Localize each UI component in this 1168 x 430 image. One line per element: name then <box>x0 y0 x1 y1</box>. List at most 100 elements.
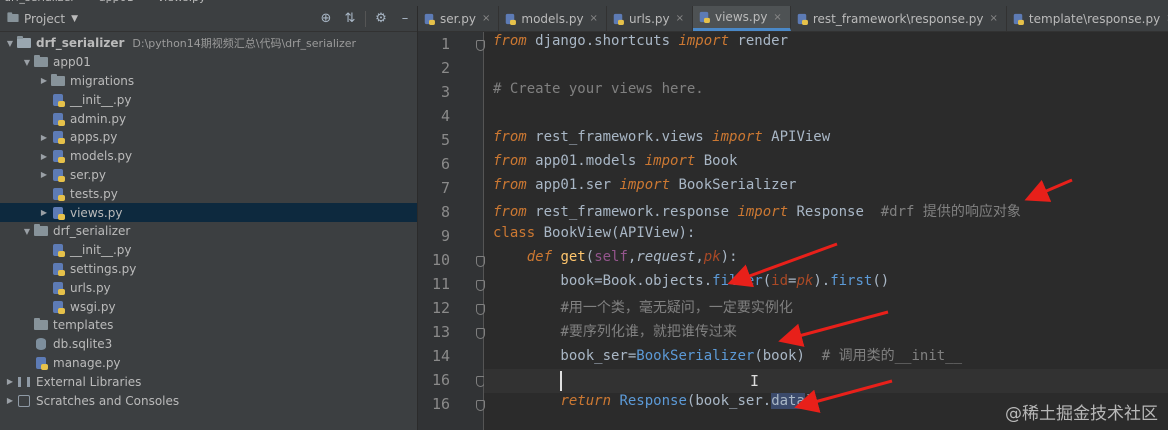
code-line[interactable]: #要序列化谁，就把谁传过来 <box>493 321 736 345</box>
tree-item[interactable]: ▶ views.py <box>0 203 417 222</box>
editor-tab[interactable]: template\response.py× <box>1007 6 1168 31</box>
editor-tab[interactable]: views.py × <box>693 6 791 31</box>
tree-item[interactable]: db.sqlite3 <box>0 335 417 354</box>
chevron-right-icon[interactable]: ▶ <box>4 396 16 405</box>
code-token: , <box>695 249 704 265</box>
code-line[interactable]: from rest_framework.views import APIView <box>493 129 830 153</box>
breadcrumb-item[interactable]: app01 <box>99 0 134 4</box>
code-token: rest_framework.views <box>526 129 713 145</box>
toolbar-divider <box>365 10 366 27</box>
chevron-right-icon[interactable]: ▶ <box>4 377 16 386</box>
tree-item[interactable]: ▶ models.py <box>0 147 417 166</box>
chevron-right-icon[interactable]: ▶ <box>38 170 50 179</box>
editor-tab[interactable]: ser.py × <box>418 6 500 31</box>
editor-tab[interactable]: urls.py × <box>607 6 693 31</box>
tree-item[interactable]: urls.py <box>0 278 417 297</box>
tree-item[interactable]: ▶ migrations <box>0 72 417 91</box>
close-icon[interactable]: × <box>990 13 998 24</box>
tree-item-label: manage.py <box>53 355 121 370</box>
line-number: 16 <box>431 395 450 413</box>
tree-item[interactable]: ▼ app01 <box>0 53 417 72</box>
close-icon[interactable]: × <box>590 13 598 24</box>
code-token: Response <box>619 393 687 409</box>
line-number-gutter[interactable]: 1 2 3 4 5 6 7 8 9 10 11 12 13 14 16 16 <box>418 32 485 430</box>
tree-item-label: migrations <box>70 73 135 88</box>
chevron-down-icon[interactable]: ▼ <box>71 14 78 24</box>
tree-item[interactable]: settings.py <box>0 260 417 279</box>
code-token: from <box>493 129 527 145</box>
editor-tab[interactable]: rest_framework\response.py × <box>791 6 1007 31</box>
tree-item-label: wsgi.py <box>70 299 116 314</box>
tree-item[interactable]: templates <box>0 316 417 335</box>
scratch-icon <box>16 394 32 407</box>
library-icon <box>16 376 32 388</box>
chevron-right-icon[interactable]: ▶ <box>38 133 50 142</box>
code-token: ). <box>813 273 831 289</box>
close-icon[interactable]: × <box>482 13 490 24</box>
folder-icon <box>16 36 32 49</box>
code-line[interactable]: from rest_framework.response import Resp… <box>493 201 1021 225</box>
tree-item-label: settings.py <box>70 261 137 276</box>
code-line[interactable]: from app01.ser import BookSerializer <box>493 177 796 201</box>
python-file-icon <box>50 262 66 276</box>
locate-icon[interactable]: ⊕ <box>314 11 338 26</box>
editor-tab-label: template\response.py <box>1028 11 1161 26</box>
tree-item[interactable]: __init__.py <box>0 241 417 260</box>
python-file-icon <box>50 281 66 295</box>
code-token: book_ser= <box>493 348 637 364</box>
tree-item[interactable]: ▼ drf_serializer <box>0 222 417 241</box>
tree-item-label: __init__.py <box>70 243 132 258</box>
code-line[interactable]: class BookView(APIView): <box>493 225 695 249</box>
code-token: book=Book.objects. <box>493 273 713 289</box>
code-line[interactable]: # Create your views here. <box>493 81 704 105</box>
code-line[interactable]: book_ser=BookSerializer(book) # 调用类的__in… <box>493 345 962 369</box>
chevron-right-icon[interactable]: ▶ <box>38 208 50 217</box>
code-line[interactable]: from django.shortcuts import render <box>493 33 788 57</box>
close-icon[interactable]: × <box>676 13 684 24</box>
editor-tab[interactable]: models.py × <box>499 6 607 31</box>
project-folder-icon <box>6 11 20 26</box>
tree-item[interactable]: tests.py <box>0 184 417 203</box>
tree-item-label: views.py <box>70 205 123 220</box>
chevron-right-icon[interactable]: ▶ <box>38 152 50 161</box>
tree-item[interactable]: ▶ ser.py <box>0 166 417 185</box>
tree-item[interactable]: admin.py <box>0 109 417 128</box>
code-line[interactable]: from app01.models import Book <box>493 153 737 177</box>
tree-item[interactable]: __init__.py <box>0 90 417 109</box>
code-token: import <box>712 129 763 145</box>
code-view[interactable]: I from django.shortcuts import render # C… <box>484 32 1168 430</box>
tree-item[interactable]: ▶ apps.py <box>0 128 417 147</box>
code-line[interactable]: #用一个类，毫无疑问，一定要实例化 <box>493 297 792 321</box>
close-icon[interactable]: × <box>773 12 781 23</box>
code-line[interactable]: book=Book.objects.filter(id=pk).first() <box>493 273 889 297</box>
tree-item[interactable]: ▼ drf_serializer D:\python14期视频汇总\代码\drf_s… <box>0 34 417 53</box>
tree-item[interactable]: ▶ Scratches and Consoles <box>0 391 417 410</box>
breadcrumb[interactable]: drf_serializer app01 views.py <box>4 0 230 4</box>
code-line[interactable]: return Response(book_ser.data) <box>493 393 813 417</box>
code-line[interactable]: def get(self,request,pk): <box>493 249 738 273</box>
code-line[interactable] <box>493 369 560 393</box>
hide-panel-icon[interactable]: – <box>393 11 417 26</box>
collapse-all-icon[interactable]: ⇅ <box>338 11 362 26</box>
chevron-down-icon[interactable]: ▼ <box>21 227 33 236</box>
code-token: import <box>619 177 671 193</box>
tree-item[interactable]: manage.py <box>0 354 417 373</box>
chevron-down-icon[interactable]: ▼ <box>4 39 16 48</box>
code-token: ) <box>804 393 814 409</box>
code-token: pk <box>796 273 814 289</box>
code-token: Response <box>788 204 881 220</box>
mouse-ibeam-icon: I <box>750 372 760 390</box>
chevron-right-icon[interactable]: ▶ <box>38 76 50 85</box>
breadcrumb-item[interactable]: drf_serializer <box>4 0 75 4</box>
chevron-down-icon[interactable]: ▼ <box>21 58 33 67</box>
python-file-icon <box>797 13 808 25</box>
breadcrumb-item[interactable]: views.py <box>158 0 206 4</box>
tree-item[interactable]: ▶ External Libraries <box>0 372 417 391</box>
project-panel-title[interactable]: Project <box>24 12 65 26</box>
code-token: APIView <box>762 129 831 145</box>
gear-icon[interactable]: ⚙ <box>369 11 393 26</box>
code-token: import <box>678 33 730 49</box>
tree-item[interactable]: wsgi.py <box>0 297 417 316</box>
code-token: def <box>526 249 553 265</box>
